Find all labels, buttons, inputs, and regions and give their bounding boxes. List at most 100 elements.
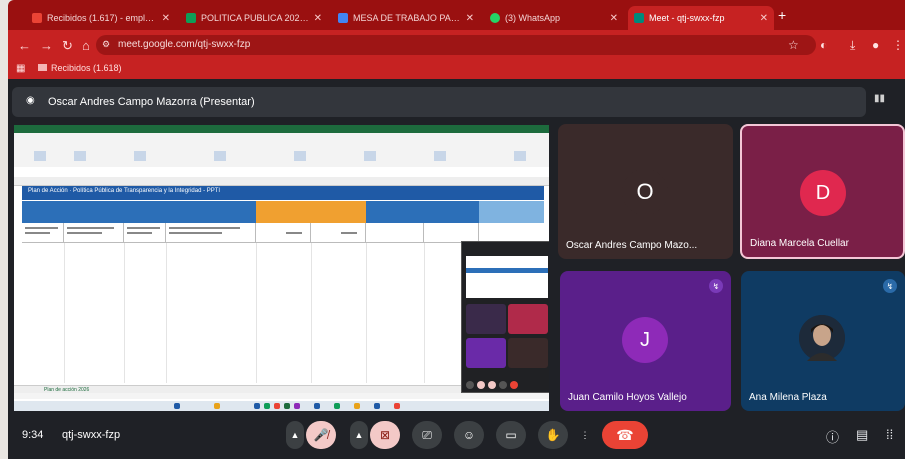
tab-politica[interactable]: POLITICA PUBLICA 2026 - C... ✕: [180, 6, 328, 30]
bookmark-recibidos[interactable]: Recibidos (1.618): [38, 63, 122, 73]
mini-tile: [466, 304, 506, 334]
meet-icon: [634, 13, 644, 23]
tab-whatsapp[interactable]: (3) WhatsApp ✕: [484, 6, 624, 30]
reactions-button[interactable]: ☺: [454, 421, 484, 449]
tab-label: Meet - qtj-swxx-fzp: [649, 13, 725, 23]
bookmark-star-icon[interactable]: ☆: [788, 38, 799, 52]
windows-taskbar: [14, 401, 549, 411]
meeting-clock: 9:34: [22, 429, 44, 441]
tab-mesa[interactable]: MESA DE TRABAJO PARA L... ✕: [332, 6, 480, 30]
extension-icon[interactable]: ◐: [820, 38, 827, 52]
browser-window: Recibidos (1.617) - emplea... ✕ POLITICA…: [8, 0, 905, 459]
table-header: [22, 201, 65, 223]
table-header: [311, 201, 367, 223]
present-screen-icon: ⎚: [422, 427, 432, 442]
captions-icon: ▭: [505, 428, 517, 442]
ribbon-button: [34, 151, 46, 161]
ribbon-button: [364, 151, 376, 161]
video-options-button[interactable]: ▲: [350, 421, 368, 449]
tab-label: MESA DE TRABAJO PARA L...: [353, 13, 461, 23]
presenting-icon: ◉: [26, 95, 35, 106]
ribbon-button: [514, 151, 526, 161]
reload-icon[interactable]: ↻: [62, 38, 73, 54]
info-icon[interactable]: ⓘ: [826, 427, 839, 446]
menu-icon[interactable]: ⋮: [892, 38, 904, 52]
back-icon[interactable]: ←: [18, 38, 31, 53]
profile-icon[interactable]: ●: [872, 38, 879, 52]
chat-icon[interactable]: ▤: [856, 427, 868, 443]
excel-statusbar: [14, 393, 549, 399]
table-header: [424, 201, 480, 223]
home-icon[interactable]: ⌂: [82, 38, 90, 53]
tab-meet[interactable]: Meet - qtj-swxx-fzp ✕: [628, 6, 774, 30]
table-cell: [64, 223, 124, 243]
table-cell: [311, 223, 366, 243]
close-icon[interactable]: ✕: [610, 13, 618, 24]
tab-gmail[interactable]: Recibidos (1.617) - emplea... ✕: [26, 6, 176, 30]
mini-tile: [508, 338, 548, 368]
excel-ribbon: [14, 133, 549, 168]
emoji-icon: ☺: [462, 428, 476, 442]
bookmarks-bar: ▦ Recibidos (1.618): [8, 60, 905, 79]
ribbon-button: [134, 151, 146, 161]
camera-off-icon: ⊠: [379, 428, 391, 442]
taskbar-icon: [284, 403, 290, 409]
gridline: [424, 243, 425, 383]
table-header: [366, 201, 425, 223]
gmail-icon: [38, 64, 47, 71]
participant-name: Diana Marcela Cuellar: [750, 238, 849, 249]
taskbar-icon: [314, 403, 320, 409]
tab-label: POLITICA PUBLICA 2026 - C...: [201, 13, 309, 23]
spreadsheet-title: Plan de Acción · Política Pública de Tra…: [22, 186, 544, 200]
download-icon[interactable]: ⤓: [850, 38, 855, 53]
omnibox[interactable]: ⚙ meet.google.com/qtj-swxx-fzp: [96, 35, 816, 55]
mini-shared-preview: [466, 256, 548, 298]
tab-label: Recibidos (1.617) - emplea...: [47, 13, 157, 23]
column-headers: [14, 177, 549, 186]
mic-toggle-button[interactable]: 🎤̸: [306, 421, 336, 449]
close-icon[interactable]: ✕: [466, 13, 474, 24]
gridline: [311, 243, 312, 383]
participant-name: Ana Milena Plaza: [749, 392, 827, 403]
close-icon[interactable]: ✕: [760, 13, 768, 24]
avatar-photo: [799, 315, 845, 361]
mini-controls: [466, 376, 548, 389]
close-icon[interactable]: ✕: [162, 13, 170, 24]
leave-call-button[interactable]: ☎: [602, 421, 648, 449]
activities-icon[interactable]: ⁞⁞: [886, 427, 893, 442]
presentation-bar: ◉ Oscar Andres Campo Mazorra (Presentar): [12, 87, 866, 117]
camera-toggle-button[interactable]: ⊠: [370, 421, 400, 449]
gridline: [166, 243, 167, 383]
ribbon-button: [74, 151, 86, 161]
participant-tile-ana[interactable]: ↯ Ana Milena Plaza: [741, 271, 905, 411]
meeting-code: qtj-swxx-fzp: [62, 429, 121, 441]
more-options-button[interactable]: ⋮: [576, 421, 594, 449]
participant-tile-juan[interactable]: ↯ J Juan Camilo Hoyos Vallejo: [560, 271, 731, 411]
hangup-icon: ☎: [616, 426, 634, 443]
present-button[interactable]: ⎚: [412, 421, 442, 449]
gridline: [256, 243, 257, 383]
audio-options-button[interactable]: ▲: [286, 421, 304, 449]
spreadsheet-title-text: Plan de Acción · Política Pública de Tra…: [28, 188, 221, 194]
close-icon[interactable]: ✕: [314, 13, 322, 24]
hand-icon: ✋: [545, 428, 561, 442]
avatar: D: [800, 170, 846, 216]
apps-grid-icon[interactable]: ▦: [16, 63, 25, 74]
raise-hand-button[interactable]: ✋: [538, 421, 568, 449]
site-info-icon[interactable]: ⚙: [102, 39, 110, 50]
people-count-icon[interactable]: ▮▮: [874, 93, 885, 104]
address-bar: ← → ↻ ⌂ ⚙ meet.google.com/qtj-swxx-fzp ☆…: [8, 30, 905, 60]
taskbar-icon: [354, 403, 360, 409]
captions-button[interactable]: ▭: [496, 421, 526, 449]
shared-screen: Plan de Acción · Política Pública de Tra…: [14, 125, 549, 411]
taskbar-icon: [334, 403, 340, 409]
participant-tile-diana[interactable]: D Diana Marcela Cuellar: [740, 124, 905, 259]
new-tab-icon[interactable]: +: [778, 7, 786, 23]
mic-off-icon: 🎤̸: [313, 428, 329, 442]
table-header: [124, 201, 167, 223]
table-cell: [256, 223, 311, 243]
gridline: [366, 243, 367, 383]
forward-icon[interactable]: →: [40, 38, 53, 53]
participant-tile-oscar[interactable]: O Oscar Andres Campo Mazo...: [558, 124, 733, 259]
taskbar-icon: [254, 403, 260, 409]
